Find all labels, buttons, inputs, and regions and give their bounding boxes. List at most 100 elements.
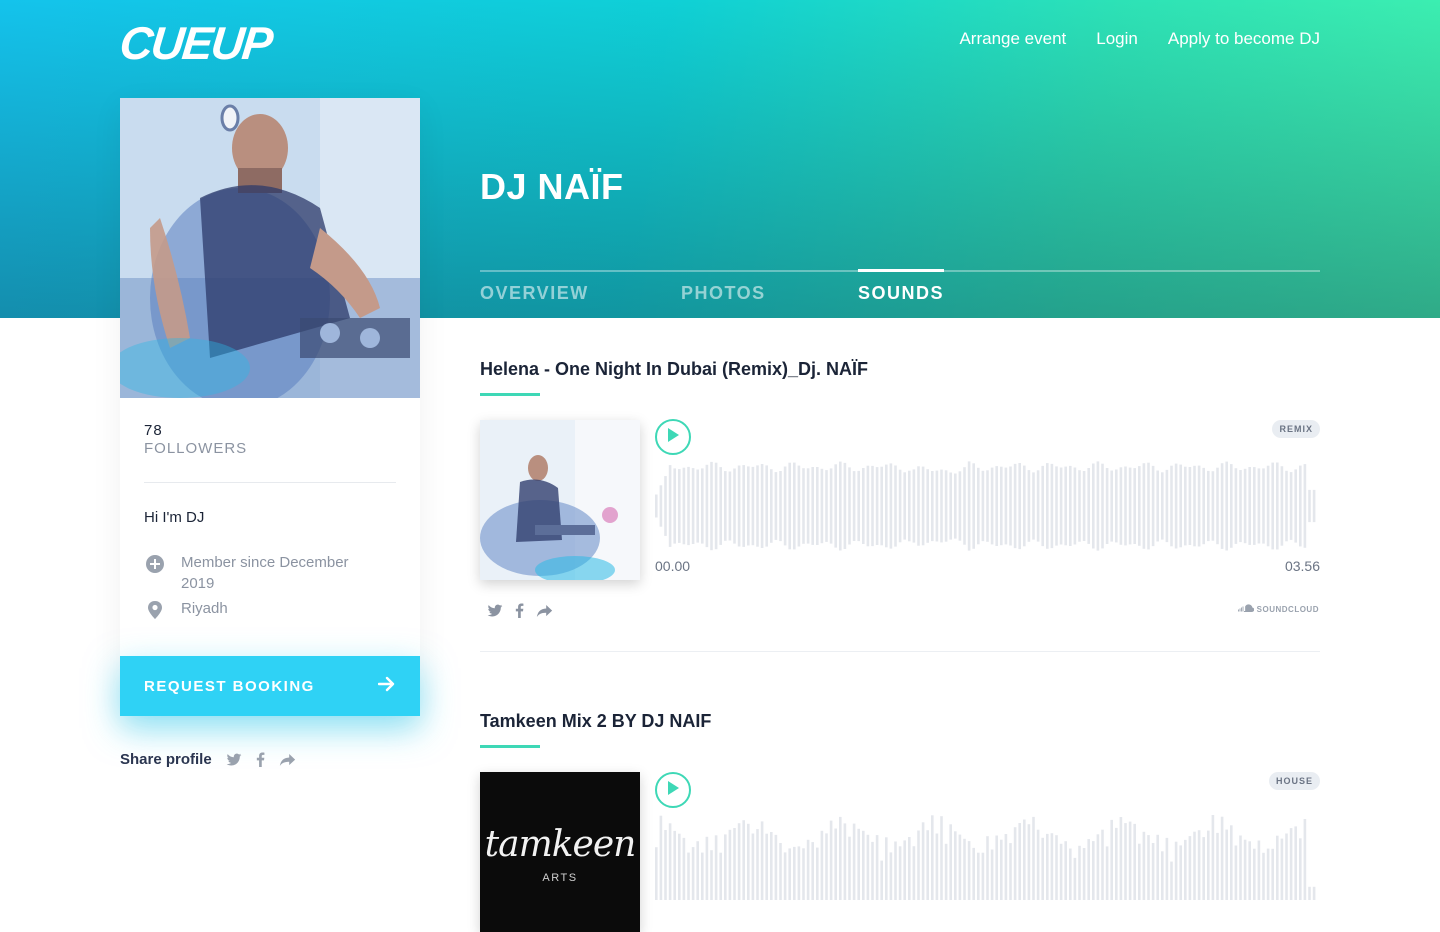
waveform-bar (1147, 462, 1150, 550)
waveform-bar (1156, 834, 1159, 900)
waveform-bar (1243, 839, 1247, 900)
waveform-bar (1184, 839, 1187, 900)
waveform-bar (747, 466, 750, 546)
waveform-bar (1276, 835, 1279, 900)
waveform-bar (659, 485, 663, 527)
waveform-bar (1216, 832, 1219, 900)
waveform-bar (1174, 841, 1178, 900)
track-title-2[interactable]: Tamkeen Mix 2 BY DJ NAIF (480, 711, 711, 732)
waveform-bar (1082, 471, 1086, 541)
tab-photos[interactable]: PHOTOS (681, 283, 766, 304)
waveform-bar (1151, 465, 1155, 547)
waveform-bar (811, 467, 814, 545)
waveform-bar (981, 852, 985, 900)
waveform-bar (696, 469, 699, 543)
cueup-logo[interactable]: CUEUP (117, 16, 274, 70)
waveform-bar (668, 465, 672, 547)
waveform-bar (673, 830, 676, 900)
waveform-bar (1050, 833, 1054, 900)
waveform-bar (1013, 827, 1017, 900)
waveform-bar (1046, 833, 1049, 900)
waveform-bar (1239, 470, 1242, 543)
waveform-bar (977, 467, 980, 545)
waveform-2[interactable] (655, 808, 1320, 900)
waveform-bar (1000, 839, 1003, 900)
waveform-bar (1101, 829, 1104, 900)
waveform-bar (967, 461, 971, 551)
twitter-icon[interactable] (226, 753, 242, 767)
waveform-bar (673, 468, 676, 544)
waveform-bar (696, 841, 699, 900)
twitter-icon[interactable] (487, 604, 503, 618)
waveform-bar (1050, 463, 1054, 549)
profile-card: 78 FOLLOWERS Hi I'm DJ Member since Dece… (120, 98, 420, 716)
facebook-icon[interactable] (256, 752, 265, 767)
soundcloud-link-1[interactable]: SOUNDCLOUD (1237, 604, 1319, 614)
waveform-bar (972, 847, 975, 900)
waveform-bar (1308, 489, 1311, 523)
track-tag-2[interactable]: HOUSE (1268, 772, 1320, 790)
waveform-bar (737, 465, 741, 547)
nav-login[interactable]: Login (1096, 29, 1138, 49)
waveform-bar (949, 824, 952, 900)
track-time-end-1: 03.56 (1284, 558, 1320, 574)
facebook-icon[interactable] (515, 603, 524, 618)
waveform-bar (668, 823, 672, 900)
waveform-bar (917, 466, 920, 546)
waveform-bar (1165, 837, 1169, 900)
track-title-1[interactable]: Helena - One Night In Dubai (Remix)_Dj. … (480, 359, 868, 380)
waveform-bar (829, 820, 833, 900)
waveform-bar (806, 468, 810, 544)
nav-arrange-event[interactable]: Arrange event (959, 29, 1066, 49)
waveform-bar (940, 469, 943, 543)
waveform-bar (1225, 461, 1228, 551)
waveform-bar (885, 464, 888, 548)
member-since-text: Member since December 2019 (181, 554, 349, 592)
waveform-bar (963, 838, 966, 900)
waveform-bar (839, 816, 842, 900)
waveform-bar (1257, 468, 1261, 544)
waveform-bar (1110, 819, 1113, 900)
waveform-bar (995, 835, 998, 900)
waveform-bar (1115, 469, 1118, 543)
waveform-bar (1303, 464, 1307, 548)
tab-sounds[interactable]: SOUNDS (858, 283, 944, 304)
track-cover-2[interactable]: tamkeen ARTS (480, 772, 640, 932)
share-arrow-icon[interactable] (279, 753, 296, 767)
waveform-bar (852, 823, 856, 900)
waveform-bar (765, 465, 768, 547)
play-button-2[interactable] (655, 772, 691, 808)
share-arrow-icon[interactable] (536, 604, 553, 618)
waveform-bar (829, 468, 833, 544)
waveform-bar (788, 462, 791, 550)
waveform-bar (1055, 835, 1058, 900)
play-button-1[interactable] (655, 419, 691, 455)
waveform-bar (875, 835, 879, 900)
waveform-bar (737, 823, 741, 900)
waveform-bar (793, 846, 796, 900)
waveform-bar (1027, 824, 1031, 900)
member-since-row: Member since December 2019 (144, 552, 381, 594)
waveform-bar (898, 846, 902, 900)
nav-apply-dj[interactable]: Apply to become DJ (1168, 29, 1320, 49)
request-booking-button[interactable]: REQUEST BOOKING (120, 656, 420, 716)
waveform-bar (935, 833, 939, 900)
waveform-bar (714, 462, 718, 550)
waveform-bar (1239, 835, 1242, 900)
waveform-bar (908, 470, 911, 542)
track-tag-1[interactable]: REMIX (1272, 420, 1320, 438)
waveform-1[interactable] (655, 458, 1320, 554)
waveform-bar (1078, 845, 1081, 900)
request-booking-label: REQUEST BOOKING (144, 677, 315, 695)
track-cover-1[interactable] (480, 420, 640, 580)
waveform-bar (990, 849, 994, 900)
waveform-bar (1312, 886, 1316, 900)
track-title-accent-1 (480, 393, 540, 396)
tab-overview[interactable]: OVERVIEW (480, 283, 589, 304)
waveform-bar (682, 837, 686, 900)
waveform-bar (958, 834, 962, 900)
waveform-bar (701, 852, 704, 900)
waveform-bar (1101, 463, 1104, 549)
waveform-bar (1280, 466, 1284, 546)
waveform-bar (848, 836, 851, 900)
